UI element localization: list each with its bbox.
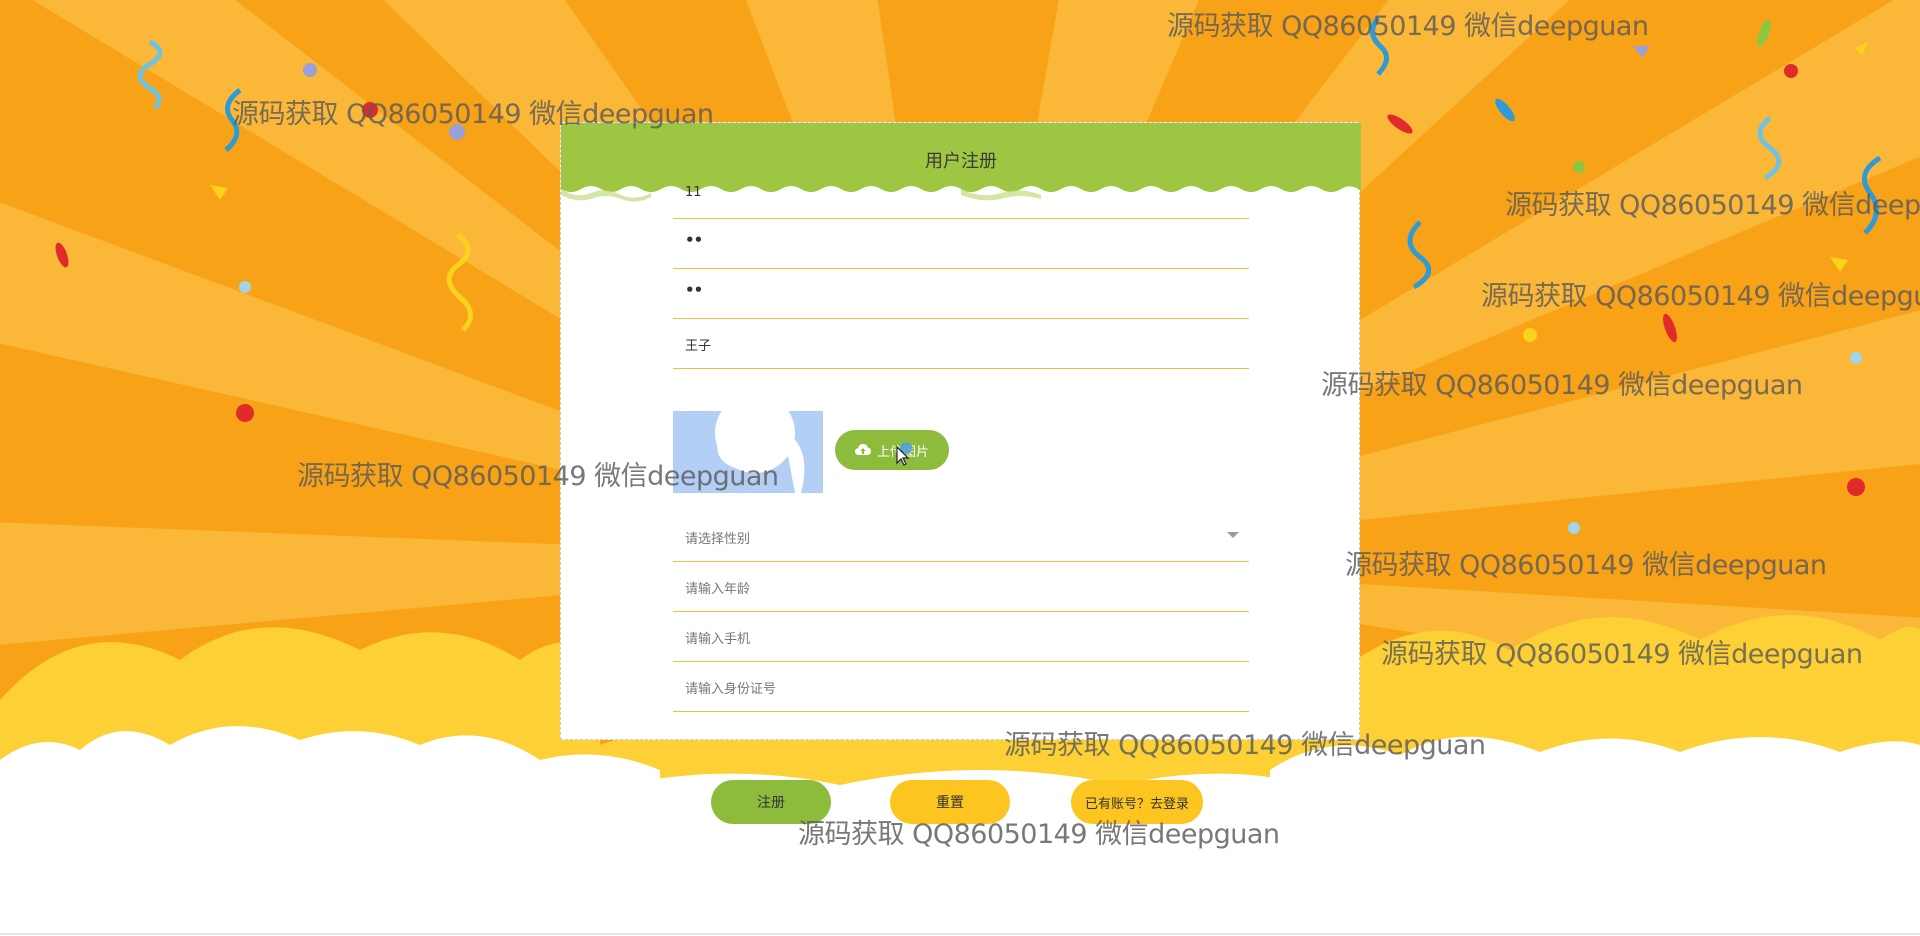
- id-card-placeholder: 请输入身份证号: [685, 682, 777, 697]
- account-field[interactable]: 11: [673, 169, 1249, 219]
- watermark-text: 源码获取 QQ86050149 微信deepguan: [1481, 281, 1920, 312]
- name-field[interactable]: 王子: [673, 319, 1249, 369]
- phone-field[interactable]: 请输入手机: [673, 612, 1249, 662]
- account-value: 11: [685, 185, 702, 200]
- chevron-down-icon: [1227, 532, 1239, 538]
- watermark-text: 源码获取 QQ86050149 微信deepguan: [1505, 190, 1920, 221]
- password-value: ••: [685, 231, 703, 249]
- confirm-password-value: ••: [685, 281, 703, 299]
- upload-image-button[interactable]: 上传图片: [835, 430, 949, 470]
- gender-select[interactable]: 请选择性别: [673, 512, 1249, 562]
- age-placeholder: 请输入年龄: [685, 582, 751, 597]
- cloud-upload-icon: [854, 444, 871, 455]
- registration-form-card: 用户注册 11 •• •• 王子 上传图片: [560, 122, 1361, 740]
- gender-placeholder: 请选择性别: [685, 532, 751, 547]
- mouse-pointer-icon: [896, 443, 912, 466]
- watermark-text: 源码获取 QQ86050149 微信deepguan: [1345, 550, 1827, 581]
- phone-placeholder: 请输入手机: [685, 632, 751, 647]
- age-field[interactable]: 请输入年龄: [673, 562, 1249, 612]
- password-field[interactable]: ••: [673, 219, 1249, 269]
- id-card-field[interactable]: 请输入身份证号: [673, 662, 1249, 712]
- watermark-text: 源码获取 QQ86050149 微信deepguan: [1381, 639, 1863, 670]
- registration-page: 用户注册 11 •• •• 王子 上传图片: [0, 0, 1920, 936]
- name-value: 王子: [685, 339, 712, 354]
- watermark-text: 源码获取 QQ86050149 微信deepguan: [798, 819, 1280, 850]
- confirm-password-field[interactable]: ••: [673, 269, 1249, 319]
- watermark-text: 源码获取 QQ86050149 微信deepguan: [1004, 730, 1486, 761]
- watermark-text: 源码获取 QQ86050149 微信deepguan: [1167, 11, 1649, 42]
- watermark-text: 源码获取 QQ86050149 微信deepguan: [297, 461, 779, 492]
- watermark-text: 源码获取 QQ86050149 微信deepguan: [1321, 370, 1803, 401]
- watermark-text: 源码获取 QQ86050149 微信deepguan: [232, 99, 714, 130]
